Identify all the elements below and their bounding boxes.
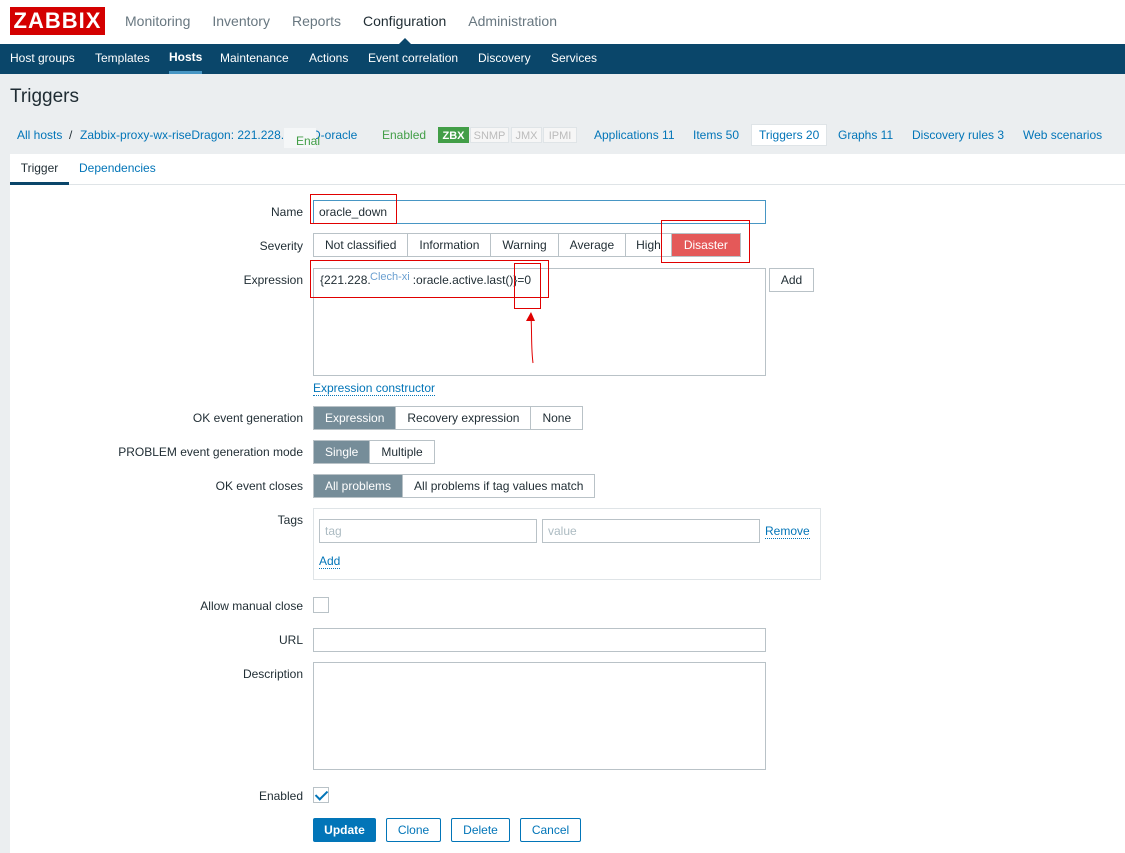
severity-label: Severity — [259, 239, 303, 253]
value-placeholder: value — [548, 524, 577, 538]
crumb-items[interactable]: Items 50 — [693, 121, 739, 149]
expression-add-button[interactable]: Add — [769, 268, 814, 292]
cancel-button[interactable]: Cancel — [520, 818, 581, 842]
menu-monitoring[interactable]: Monitoring — [125, 0, 190, 44]
severity-average[interactable]: Average — [558, 234, 627, 256]
severity-disaster[interactable]: Disaster — [671, 234, 740, 256]
annotation-arrow — [526, 312, 535, 364]
menu-administration[interactable]: Administration — [468, 0, 557, 44]
clone-button[interactable]: Clone — [386, 818, 441, 842]
severity-high[interactable]: High — [626, 234, 672, 256]
expression-constructor-link[interactable]: Expression constructor — [313, 381, 436, 396]
crumb-host[interactable]: Zabbix-proxy-wx-riseDragon: 221.228. — [80, 121, 284, 149]
ok-closes-all[interactable]: All problems — [314, 475, 404, 497]
tag-placeholder: tag — [325, 524, 342, 538]
tag-remove-link[interactable]: Remove — [765, 524, 810, 539]
severity-information[interactable]: Information — [408, 234, 492, 256]
badge-jmx: JMX — [511, 127, 542, 143]
ok-event-none[interactable]: None — [531, 407, 583, 429]
menu-reports[interactable]: Reports — [292, 0, 341, 44]
ok-event-generation-label: OK event generation — [192, 411, 303, 425]
expression-prefix: {221.228. — [320, 273, 371, 287]
menu-inventory[interactable]: Inventory — [212, 0, 270, 44]
submenu-hosts[interactable]: Hosts — [169, 44, 203, 74]
submenu-actions[interactable]: Actions — [309, 44, 348, 73]
expression-label: Expression — [243, 273, 303, 287]
menu-configuration[interactable]: Configuration — [363, 0, 446, 44]
crumb-applications[interactable]: Applications 11 — [594, 121, 675, 149]
problem-mode-multiple[interactable]: Multiple — [370, 441, 434, 463]
submenu-services[interactable]: Services — [551, 44, 597, 73]
problem-mode-label: PROBLEM event generation mode — [118, 445, 303, 459]
crumb-discovery-rules[interactable]: Discovery rules 3 — [912, 121, 1004, 149]
badge-zbx: ZBX — [438, 127, 469, 143]
update-button[interactable]: Update — [313, 818, 376, 842]
tag-input[interactable]: tag — [319, 519, 537, 543]
expression-suffix: :oracle.active.last()}=0 — [412, 273, 532, 287]
description-label: Description — [242, 667, 303, 681]
expression-overlay: Clech-xi — [370, 271, 410, 283]
crumb-graphs[interactable]: Graphs 11 — [838, 121, 893, 149]
url-input[interactable] — [313, 628, 766, 652]
name-input[interactable]: oracle_down — [313, 200, 766, 224]
manual-close-label: Allow manual close — [200, 599, 303, 613]
ok-event-generation-selector: Expression Recovery expression None — [313, 406, 584, 430]
submenu-maintenance[interactable]: Maintenance — [220, 44, 289, 73]
severity-warning[interactable]: Warning — [491, 234, 559, 256]
breadcrumb: All hosts / Zabbix-proxy-wx-riseDragon: … — [10, 121, 1115, 149]
ok-event-expression[interactable]: Expression — [314, 407, 397, 429]
zabbix-logo[interactable]: ZABBIX — [10, 7, 105, 35]
overlap-text: Enal — [296, 134, 321, 148]
name-label: Name — [270, 205, 303, 219]
crumb-all-hosts[interactable]: All hosts — [17, 121, 62, 149]
main-menu: Monitoring Inventory Reports Configurati… — [125, 0, 579, 44]
submenu-event-correlation[interactable]: Event correlation — [368, 44, 458, 73]
form-tabs: Trigger Dependencies — [10, 154, 1125, 185]
page-title: Triggers — [10, 86, 79, 107]
value-input[interactable]: value — [542, 519, 760, 543]
submenu-host-groups[interactable]: Host groups — [10, 44, 75, 73]
ok-closes-selector: All problems All problems if tag values … — [313, 474, 596, 498]
description-textarea[interactable] — [313, 662, 766, 770]
problem-mode-single[interactable]: Single — [314, 441, 371, 463]
tab-trigger[interactable]: Trigger — [10, 154, 69, 185]
enabled-checkbox[interactable] — [313, 787, 329, 803]
crumb-web-scenarios[interactable]: Web scenarios — [1023, 121, 1102, 149]
problem-mode-selector: Single Multiple — [313, 440, 435, 464]
crumb-separator: / — [69, 128, 73, 142]
tab-dependencies[interactable]: Dependencies — [79, 154, 156, 185]
host-status[interactable]: Enabled — [382, 121, 426, 149]
tag-add-link[interactable]: Add — [319, 554, 341, 569]
crumb-triggers[interactable]: Triggers 20 — [751, 124, 828, 146]
ok-closes-label: OK event closes — [215, 479, 303, 493]
ok-closes-tag-match[interactable]: All problems if tag values match — [403, 475, 595, 497]
manual-close-checkbox[interactable] — [313, 597, 329, 613]
severity-not-classified[interactable]: Not classified — [314, 234, 409, 256]
severity-selector: Not classified Information Warning Avera… — [313, 233, 741, 257]
enabled-label: Enabled — [258, 789, 303, 803]
url-label: URL — [278, 633, 303, 647]
badge-snmp: SNMP — [470, 127, 509, 143]
sub-menu: Host groups Templates Hosts Maintenance … — [0, 44, 1125, 74]
badge-ipmi: IPMI — [543, 127, 577, 143]
submenu-templates[interactable]: Templates — [95, 44, 150, 73]
top-header: ZABBIX Monitoring Inventory Reports Conf… — [0, 0, 1125, 44]
ok-event-recovery-expression[interactable]: Recovery expression — [396, 407, 532, 429]
delete-button[interactable]: Delete — [451, 818, 510, 842]
submenu-discovery[interactable]: Discovery — [478, 44, 531, 73]
tags-label: Tags — [277, 513, 303, 527]
